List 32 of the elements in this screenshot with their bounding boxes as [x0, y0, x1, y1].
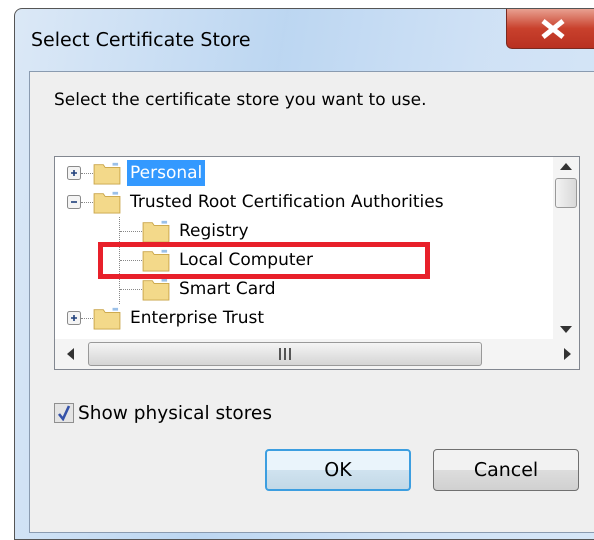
- tree-item[interactable]: Smart Card: [176, 276, 279, 302]
- tree-item[interactable]: Local Computer: [176, 247, 316, 273]
- grip-icon: [278, 348, 292, 360]
- scroll-right-icon[interactable]: [564, 348, 571, 360]
- scroll-down-icon[interactable]: [560, 326, 572, 332]
- folder-icon: [142, 219, 170, 243]
- horizontal-scrollbar[interactable]: [55, 338, 579, 368]
- ok-button[interactable]: OK: [265, 449, 411, 492]
- scroll-up-icon[interactable]: [560, 162, 572, 170]
- instruction-text: Select the certificate store you want to use.: [54, 89, 428, 112]
- close-button[interactable]: [506, 9, 594, 49]
- scroll-thumb[interactable]: [555, 178, 577, 208]
- checkbox[interactable]: [54, 403, 74, 424]
- vertical-scrollbar[interactable]: [553, 156, 579, 338]
- tree-item[interactable]: Trusted Root Certification Authorities: [127, 189, 447, 215]
- tree-item[interactable]: Registry: [176, 218, 252, 244]
- tree-item[interactable]: Enterprise Trust: [127, 305, 268, 331]
- folder-icon: [93, 190, 121, 214]
- scroll-left-icon[interactable]: [67, 348, 74, 360]
- close-icon: [540, 18, 566, 38]
- checkbox-label[interactable]: Show physical stores: [78, 400, 272, 428]
- cancel-button[interactable]: Cancel: [433, 449, 579, 492]
- folder-icon: [142, 248, 170, 272]
- scroll-thumb[interactable]: [88, 342, 482, 366]
- folder-icon: [93, 306, 121, 330]
- folder-icon: [142, 277, 170, 301]
- window-title: Select Certificate Store: [30, 28, 251, 53]
- check-icon: [57, 405, 71, 422]
- collapse-icon[interactable]: [67, 195, 81, 209]
- folder-icon: [93, 161, 121, 185]
- expand-icon[interactable]: [67, 166, 81, 180]
- expand-icon[interactable]: [67, 311, 81, 325]
